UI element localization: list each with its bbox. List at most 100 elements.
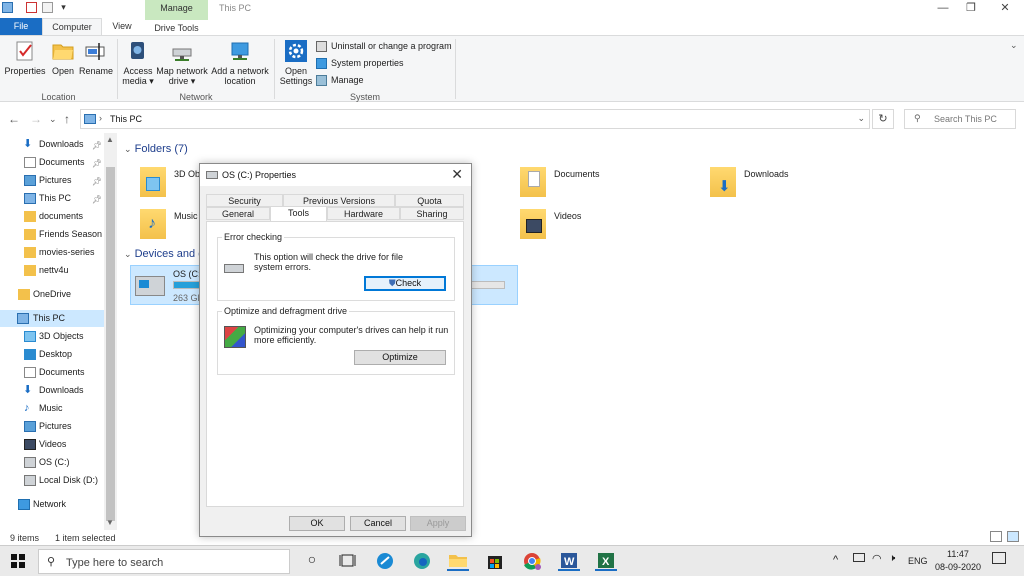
folder-downloads[interactable]: ⬇ Downloads	[710, 167, 830, 205]
pin-icon[interactable]: 📌︎	[92, 191, 102, 207]
manage-context-tab[interactable]: Manage	[145, 0, 208, 18]
up-arrow-icon[interactable]: ↑	[64, 112, 70, 126]
nav-item-network[interactable]: Network	[0, 496, 104, 513]
wifi-icon[interactable]: ◠	[872, 552, 882, 565]
nav-item-downloads-quick[interactable]: ⬇ Downloads 📌︎	[0, 136, 104, 153]
ribbon-collapse-icon[interactable]: ⌄	[1010, 40, 1018, 51]
volume-muted-icon[interactable]: 🕨	[889, 553, 895, 564]
open-settings-button[interactable]: Open Settings	[278, 40, 314, 86]
nav-item-movies-series[interactable]: movies-series	[0, 244, 104, 261]
manage-button[interactable]: Manage	[316, 74, 364, 87]
nav-item-nettv4u[interactable]: nettv4u	[0, 262, 104, 279]
nav-item-downloads[interactable]: ⬇ Downloads	[0, 382, 104, 399]
window-title: This PC	[219, 3, 252, 13]
pin-icon[interactable]: 📌︎	[92, 137, 102, 153]
folder-videos[interactable]: Videos	[520, 209, 640, 247]
optimize-button[interactable]: Optimize	[354, 350, 446, 365]
tab-sharing[interactable]: Sharing	[400, 207, 464, 220]
file-explorer-icon[interactable]	[447, 551, 469, 571]
nav-item-pictures[interactable]: Pictures	[0, 418, 104, 435]
map-network-drive-button[interactable]: Map network drive ▾	[155, 40, 209, 86]
nav-label: Pictures	[39, 175, 72, 185]
nav-item-videos[interactable]: Videos	[0, 436, 104, 453]
folders-section-header[interactable]: ⌄ Folders (7)	[124, 143, 188, 155]
folder-documents[interactable]: Documents	[520, 167, 640, 205]
properties-quick-icon[interactable]	[26, 2, 37, 13]
battery-icon[interactable]	[853, 553, 865, 562]
tab-quota[interactable]: Quota	[395, 194, 464, 207]
nav-item-onedrive[interactable]: OneDrive	[0, 286, 104, 303]
new-folder-quick-icon[interactable]	[42, 2, 53, 13]
nav-item-documents[interactable]: Documents	[0, 364, 104, 381]
address-input[interactable]: › This PC ⌄	[80, 109, 870, 129]
restore-icon[interactable]: ❐	[956, 1, 986, 17]
refresh-icon[interactable]: ↻	[872, 109, 894, 129]
nav-item-pictures-quick[interactable]: Pictures 📌︎	[0, 172, 104, 189]
search-input[interactable]: ⚲ Search This PC	[904, 109, 1016, 129]
tab-hardware[interactable]: Hardware	[327, 207, 400, 220]
rename-button[interactable]: Rename	[79, 40, 113, 76]
show-hidden-icons-icon[interactable]: ^	[833, 554, 838, 566]
customize-quick-access-icon[interactable]: ▾	[58, 2, 69, 13]
word-icon[interactable]: W	[558, 551, 580, 571]
nav-item-os-c[interactable]: OS (C:)	[0, 454, 104, 471]
nav-item-local-disk-d[interactable]: Local Disk (D:)	[0, 472, 104, 489]
edge-browser-icon[interactable]	[411, 551, 433, 571]
videos-folder-icon	[520, 209, 546, 239]
pin-icon[interactable]: 📌︎	[92, 155, 102, 171]
taskbar-search-input[interactable]: ⚲ Type here to search	[38, 549, 290, 574]
windows-start-icon[interactable]	[11, 554, 25, 568]
uninstall-program-button[interactable]: Uninstall or change a program	[316, 40, 452, 53]
scroll-down-icon[interactable]: ▼	[106, 518, 114, 527]
task-view-icon[interactable]	[337, 551, 359, 571]
system-properties-button[interactable]: System properties	[316, 57, 404, 70]
nav-item-music[interactable]: ♪ Music	[0, 400, 104, 417]
notifications-icon[interactable]	[992, 552, 1006, 564]
nav-scrollbar-thumb[interactable]	[106, 167, 115, 521]
people-app-icon[interactable]	[374, 551, 396, 571]
tab-tools[interactable]: Tools	[270, 206, 327, 221]
back-arrow-icon[interactable]: ←	[8, 112, 20, 126]
tab-drive-tools[interactable]: Drive Tools	[145, 18, 208, 35]
clock-time[interactable]: 11:47	[947, 549, 969, 559]
close-icon[interactable]: ✕	[990, 1, 1020, 17]
add-network-location-button[interactable]: Add a network location	[210, 40, 270, 86]
chrome-icon[interactable]	[521, 551, 543, 571]
nav-item-this-pc[interactable]: This PC	[0, 310, 104, 327]
forward-arrow-icon[interactable]: →	[30, 112, 42, 126]
minimize-icon[interactable]: —	[928, 1, 958, 17]
excel-icon[interactable]: X	[595, 551, 617, 571]
nav-item-this-pc-quick[interactable]: This PC 📌︎	[0, 190, 104, 207]
cancel-button[interactable]: Cancel	[350, 516, 406, 531]
large-icons-view-icon[interactable]	[1007, 531, 1019, 542]
clock-date[interactable]: 08-09-2020	[935, 562, 981, 572]
nav-item-friends-season[interactable]: Friends Season 1	[0, 226, 104, 243]
close-icon[interactable]: ✕	[451, 166, 463, 183]
breadcrumb-chevron-icon[interactable]: ›	[99, 113, 102, 123]
computer-icon[interactable]	[2, 2, 13, 13]
language-indicator[interactable]: ENG	[908, 556, 928, 566]
scroll-up-icon[interactable]: ▲	[106, 135, 114, 144]
address-dropdown-icon[interactable]: ⌄	[857, 113, 865, 124]
collapse-chevron-icon: ⌄	[124, 144, 132, 154]
tab-file[interactable]: File	[0, 18, 42, 35]
nav-item-desktop[interactable]: Desktop	[0, 346, 104, 363]
pin-icon[interactable]: 📌︎	[92, 173, 102, 189]
details-view-icon[interactable]	[990, 531, 1002, 542]
nav-label: Downloads	[39, 385, 84, 395]
nav-item-3d-objects[interactable]: 3D Objects	[0, 328, 104, 345]
nav-item-documents-quick[interactable]: Documents 📌︎	[0, 154, 104, 171]
store-icon[interactable]	[484, 551, 506, 571]
tab-general[interactable]: General	[206, 207, 270, 220]
tab-computer[interactable]: Computer	[42, 18, 102, 35]
check-button[interactable]: ⛊Check	[364, 276, 446, 291]
tab-view[interactable]: View	[106, 18, 138, 35]
access-media-button[interactable]: Access media ▾	[121, 40, 155, 86]
nav-item-documents-folder[interactable]: documents	[0, 208, 104, 225]
properties-button[interactable]: Properties	[4, 40, 46, 76]
ok-button[interactable]: OK	[289, 516, 345, 531]
cortana-icon[interactable]: ○	[301, 551, 323, 571]
open-button[interactable]: Open	[50, 40, 76, 76]
recent-locations-icon[interactable]: ⌄	[49, 114, 57, 125]
apply-button[interactable]: Apply	[410, 516, 466, 531]
